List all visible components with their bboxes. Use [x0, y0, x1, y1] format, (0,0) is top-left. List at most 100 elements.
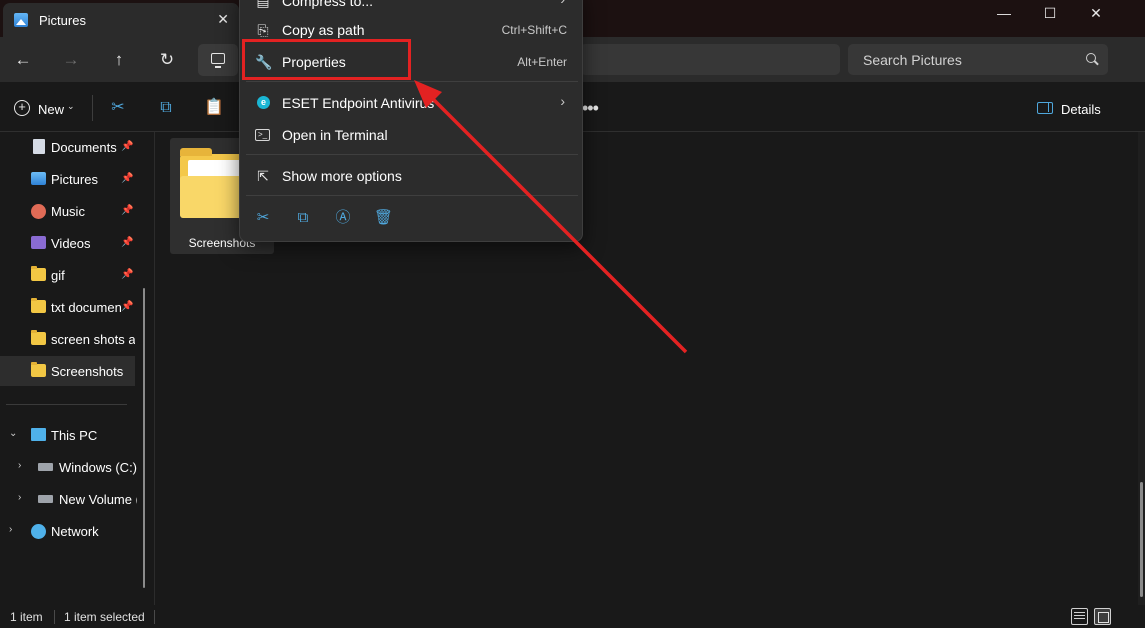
pin-icon: 📌 — [121, 173, 134, 184]
status-divider — [54, 610, 55, 624]
pin-icon: 📌 — [121, 301, 134, 312]
search-icon — [1086, 53, 1096, 63]
monitor-icon — [211, 53, 225, 68]
sidebar-scrollbar[interactable] — [143, 288, 145, 588]
search-box[interactable]: Search Pictures — [848, 44, 1108, 75]
chevron-right-icon[interactable]: › — [18, 460, 21, 471]
navigation-pane: Documents 📌 Pictures 📌 Music 📌 Videos 📌 … — [0, 132, 155, 605]
menu-item-label: Copy as path — [282, 22, 365, 38]
menu-item-label: Show more options — [282, 168, 402, 184]
maximize-button[interactable]: ☐ — [1038, 4, 1062, 22]
network-icon — [31, 524, 46, 539]
sidebar-divider — [6, 404, 127, 405]
menu-divider — [246, 154, 578, 155]
tab-title: Pictures — [39, 13, 86, 28]
refresh-button[interactable]: ↻ — [155, 49, 179, 71]
back-button[interactable]: ← — [11, 49, 35, 71]
sidebar-item-gif[interactable]: gif 📌 — [0, 260, 135, 290]
sidebar-item-screen-shots[interactable]: screen shots anc — [0, 324, 135, 354]
menu-item-open-in-terminal[interactable]: >_ Open in Terminal — [245, 119, 579, 151]
minimize-button[interactable]: — — [992, 4, 1016, 22]
folder-icon — [31, 330, 46, 345]
forward-button[interactable]: → — [59, 49, 83, 71]
sidebar-item-music[interactable]: Music 📌 — [0, 196, 135, 226]
tab-close-icon[interactable]: ✕ — [217, 11, 229, 28]
sidebar-item-pictures[interactable]: Pictures 📌 — [0, 164, 135, 194]
status-divider — [154, 610, 155, 624]
details-label: Details — [1061, 102, 1101, 117]
sidebar-item-new-volume[interactable]: › New Volume (I — [0, 484, 140, 514]
up-button[interactable]: ↑ — [107, 49, 131, 71]
context-menu: ▤ Compress to... › ⎘ Copy as path Ctrl+S… — [239, 0, 583, 242]
properties-highlight-box — [242, 39, 411, 80]
menu-item-label: Open in Terminal — [282, 127, 388, 143]
folder-icon — [31, 362, 46, 377]
item-count: 1 item — [10, 610, 43, 624]
content-scrollbar[interactable] — [1138, 132, 1145, 605]
menu-item-shortcut: Ctrl+Shift+C — [501, 23, 567, 37]
details-pane-icon — [1037, 102, 1053, 114]
scrollbar-thumb[interactable] — [1140, 482, 1143, 597]
sidebar-item-network[interactable]: › Network — [0, 516, 135, 546]
document-icon — [33, 139, 45, 154]
sidebar-item-label: screen shots anc — [51, 332, 135, 347]
drive-icon — [38, 495, 53, 503]
sidebar-item-videos[interactable]: Videos 📌 — [0, 228, 135, 258]
sidebar-item-label: Screenshots — [51, 364, 124, 379]
pin-icon: 📌 — [121, 237, 134, 248]
status-bar: 1 item 1 item selected — [0, 605, 1145, 628]
more-options-icon[interactable]: ••• — [582, 98, 599, 119]
address-bar[interactable] — [580, 44, 840, 75]
sidebar-item-label: This PC — [51, 428, 98, 443]
sidebar-item-label: Windows (C:) — [59, 460, 138, 475]
rename-icon[interactable]: Ⓐ — [334, 209, 352, 227]
sidebar-item-screenshots[interactable]: Screenshots — [0, 356, 135, 386]
pin-icon: 📌 — [121, 205, 134, 216]
sidebar-item-documents[interactable]: Documents 📌 — [0, 132, 135, 162]
selection-count: 1 item selected — [64, 610, 145, 624]
pin-icon: 📌 — [121, 141, 134, 152]
drive-icon — [38, 463, 53, 471]
context-quick-actions: ✂ ⧉ Ⓐ 🗑 — [240, 203, 584, 235]
copy-icon[interactable]: ⧉ — [156, 98, 176, 118]
menu-item-show-more-options[interactable]: ⇱ Show more options — [245, 160, 579, 192]
menu-item-label: ESET Endpoint Antivirus — [282, 95, 435, 111]
copy-icon[interactable]: ⧉ — [294, 209, 312, 227]
menu-divider — [246, 81, 578, 82]
music-icon — [31, 204, 46, 219]
this-pc-button[interactable] — [198, 44, 238, 76]
chevron-right-icon[interactable]: › — [9, 524, 12, 535]
chevron-down-icon[interactable]: ⌄ — [9, 428, 17, 439]
delete-icon[interactable]: 🗑 — [374, 209, 393, 227]
sidebar-item-this-pc[interactable]: ⌄ This PC — [0, 420, 135, 450]
plus-icon: + — [14, 100, 30, 116]
search-placeholder: Search Pictures — [863, 52, 962, 68]
menu-item-eset[interactable]: e ESET Endpoint Antivirus › — [245, 87, 579, 119]
chevron-right-icon[interactable]: › — [18, 492, 21, 503]
folder-icon — [31, 298, 46, 313]
tab-pictures[interactable]: Pictures ✕ — [3, 3, 239, 37]
sidebar-item-label: New Volume (I — [59, 492, 137, 507]
copy-path-icon: ⎘ — [257, 22, 269, 38]
menu-divider — [246, 195, 578, 196]
toolbar-divider — [92, 95, 93, 121]
pictures-icon — [31, 172, 46, 185]
sidebar-item-windows-c[interactable]: › Windows (C:) — [0, 452, 140, 482]
paste-icon[interactable]: 📋 — [204, 98, 224, 118]
new-label: New — [38, 102, 65, 117]
sidebar-item-label: Network — [51, 524, 99, 539]
close-window-button[interactable]: ✕ — [1084, 4, 1108, 22]
sidebar-item-txt-documents[interactable]: txt documen 📌 — [0, 292, 135, 322]
computer-icon — [31, 428, 46, 441]
details-view-icon[interactable] — [1071, 608, 1088, 625]
zip-icon: ▤ — [256, 0, 270, 9]
cut-icon[interactable]: ✂ — [108, 98, 128, 118]
chevron-right-icon: › — [560, 93, 565, 109]
large-icons-view-icon[interactable] — [1094, 608, 1111, 625]
terminal-icon: >_ — [255, 129, 270, 141]
more-options-icon: ⇱ — [257, 168, 269, 184]
menu-item-label: Compress to... — [282, 0, 374, 9]
pin-icon: 📌 — [121, 269, 134, 280]
cut-icon[interactable]: ✂ — [254, 209, 272, 227]
eset-icon: e — [257, 96, 270, 109]
